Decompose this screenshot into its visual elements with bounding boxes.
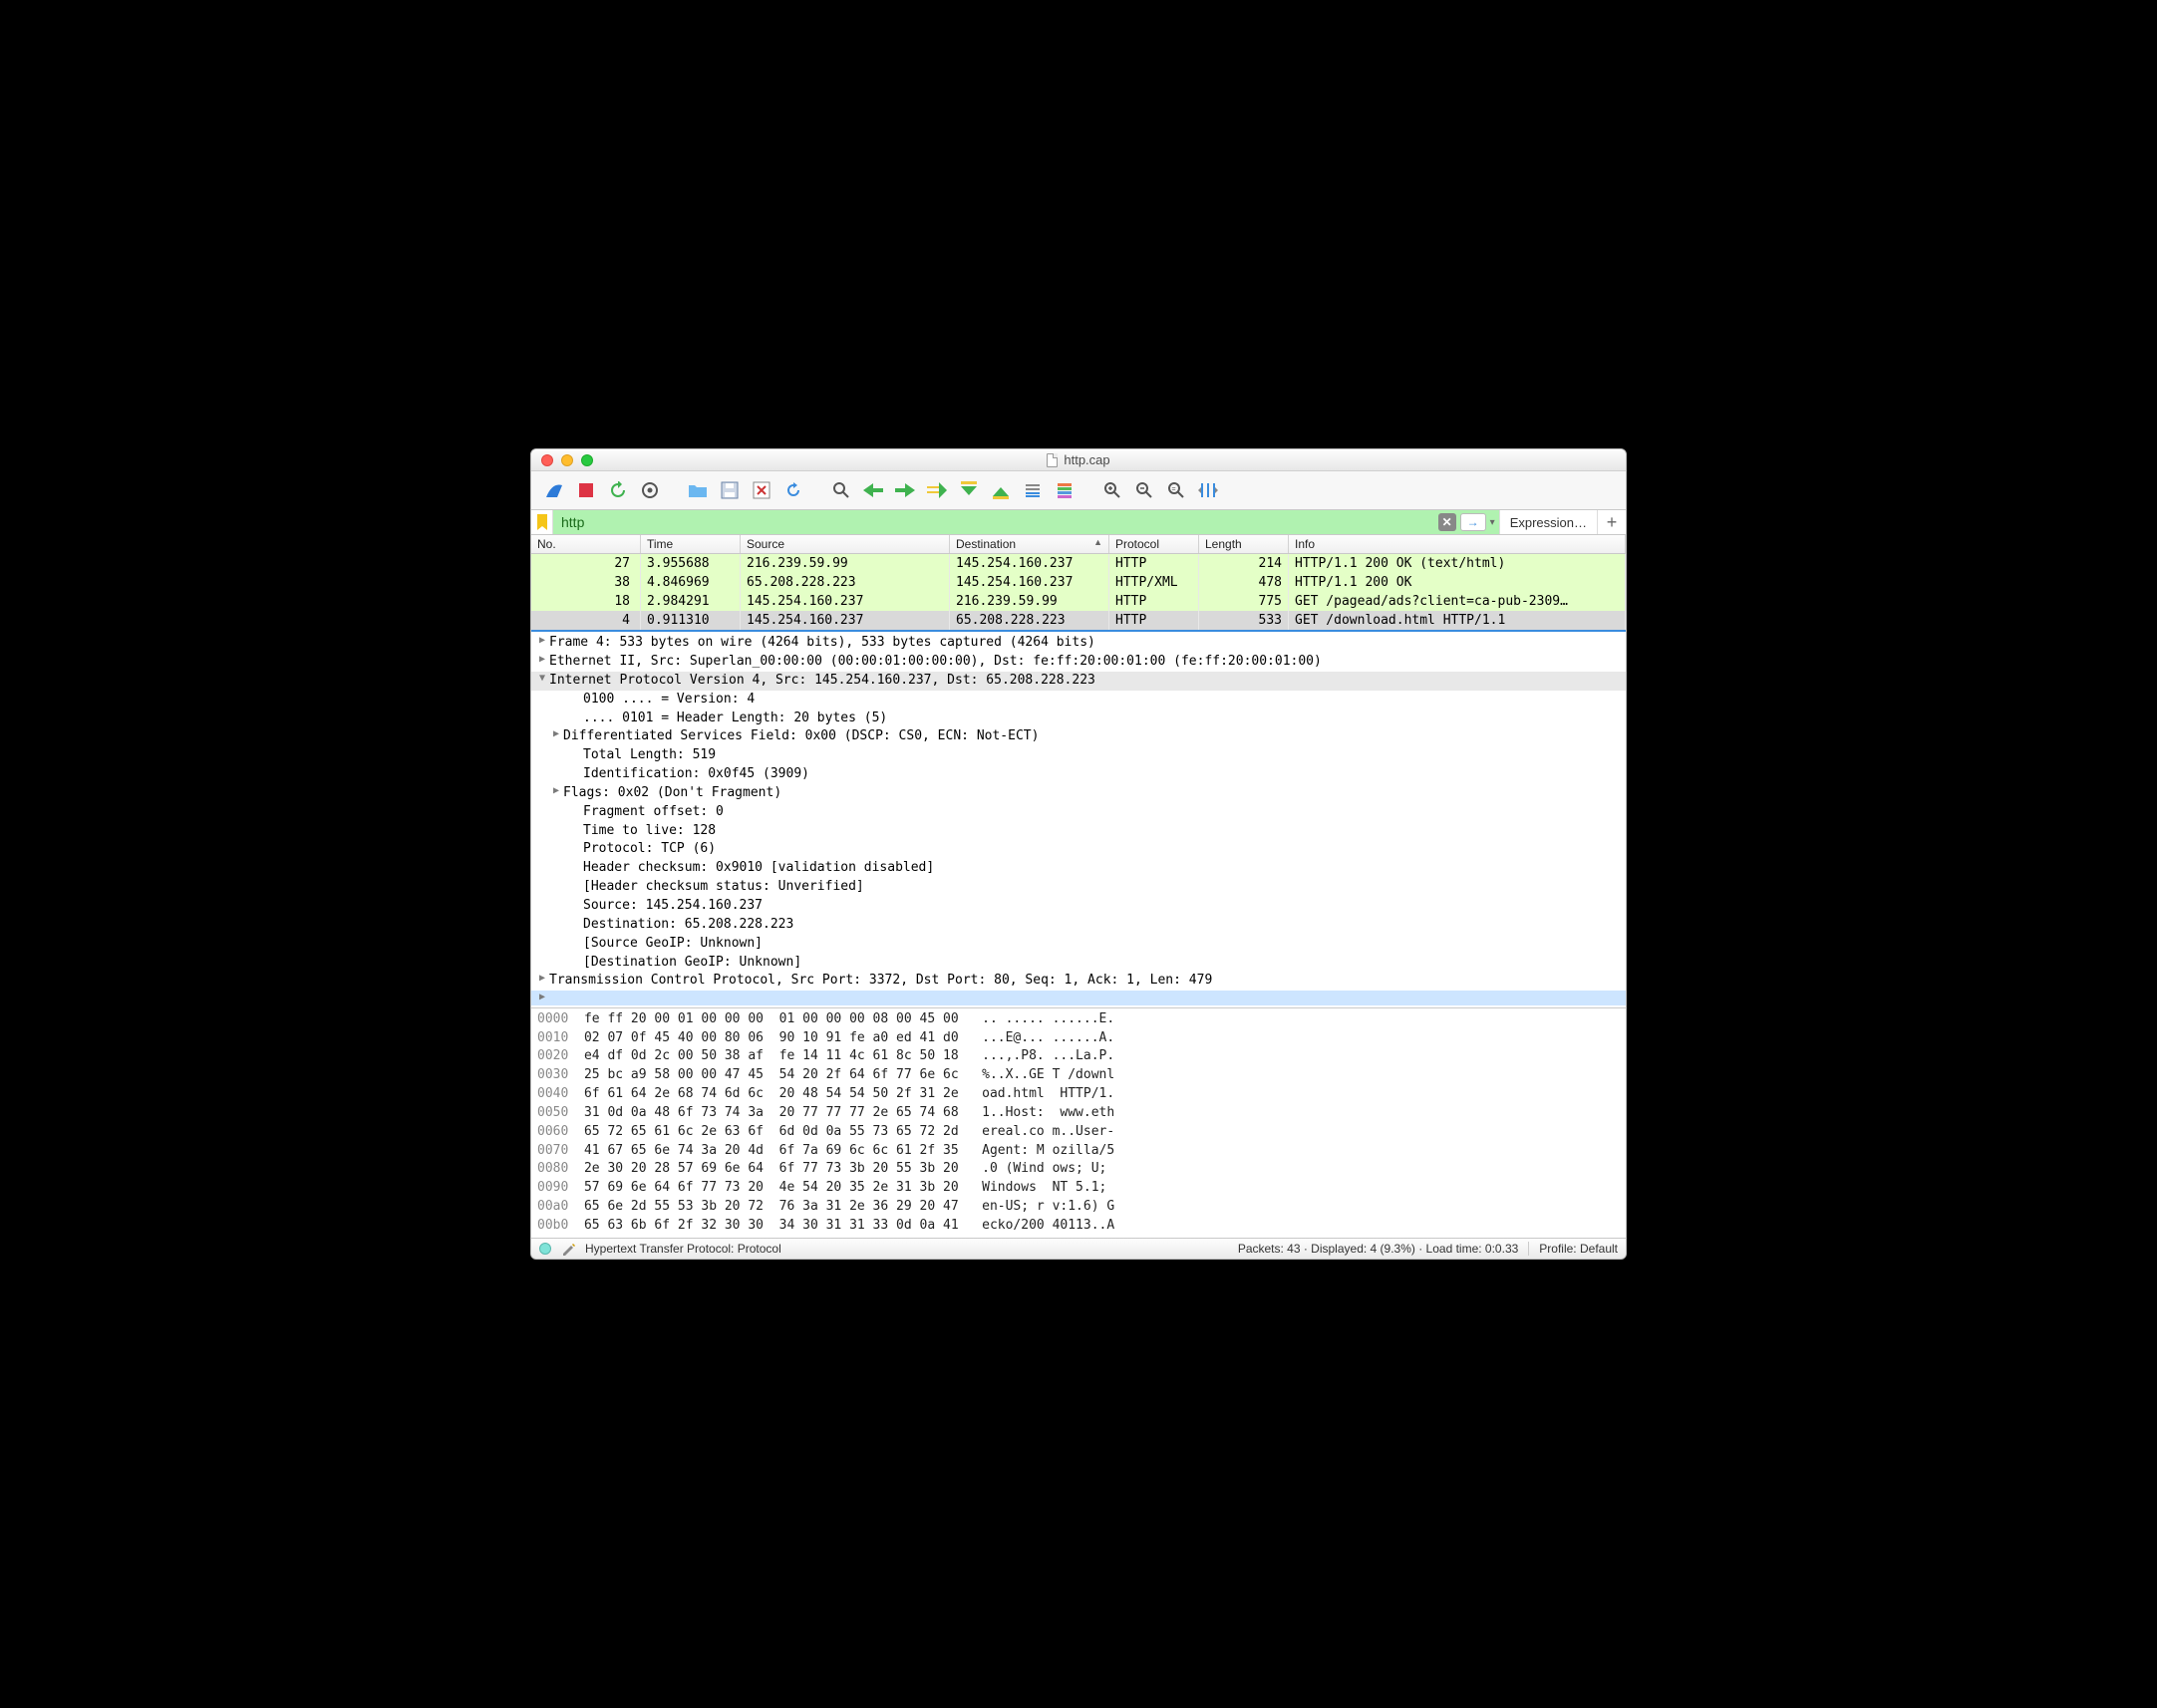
- go-forward-button[interactable]: [892, 477, 918, 503]
- window-title: http.cap: [1064, 452, 1109, 467]
- titlebar: http.cap: [531, 449, 1626, 471]
- detail-tree-node[interactable]: [531, 991, 1626, 1005]
- go-back-button[interactable]: [860, 477, 886, 503]
- minimize-window-button[interactable]: [561, 454, 573, 466]
- clear-filter-button[interactable]: ✕: [1438, 513, 1456, 531]
- disclosure-triangle-icon[interactable]: [535, 972, 549, 987]
- detail-tree-leaf[interactable]: Header checksum: 0x9010 [validation disa…: [531, 859, 1626, 878]
- main-toolbar: =: [531, 471, 1626, 510]
- detail-tree-leaf[interactable]: Source: 145.254.160.237: [531, 897, 1626, 916]
- shark-fin-icon[interactable]: [541, 477, 567, 503]
- disclosure-triangle-icon[interactable]: [535, 991, 549, 1005]
- app-window: http.cap = ✕ → ▾: [530, 448, 1627, 1260]
- col-header-length[interactable]: Length: [1199, 535, 1289, 553]
- detail-tree-leaf[interactable]: [Header checksum status: Unverified]: [531, 878, 1626, 897]
- hex-line[interactable]: 0030 25 bc a9 58 00 00 47 45 54 20 2f 64…: [537, 1066, 1620, 1085]
- add-filter-button[interactable]: +: [1598, 510, 1626, 534]
- detail-tree-node[interactable]: Transmission Control Protocol, Src Port:…: [531, 972, 1626, 991]
- edit-capture-comment-button[interactable]: [561, 1242, 575, 1256]
- status-packet-counts: Packets: 43 · Displayed: 4 (9.3%) · Load…: [1238, 1242, 1518, 1256]
- col-header-info[interactable]: Info: [1289, 535, 1626, 553]
- detail-tree-leaf[interactable]: [Source GeoIP: Unknown]: [531, 935, 1626, 954]
- colorize-button[interactable]: [1052, 477, 1078, 503]
- stop-capture-button[interactable]: [573, 477, 599, 503]
- detail-tree-node[interactable]: Internet Protocol Version 4, Src: 145.25…: [531, 672, 1626, 691]
- detail-tree-leaf[interactable]: Total Length: 519: [531, 746, 1626, 765]
- zoom-in-button[interactable]: [1099, 477, 1125, 503]
- packet-row[interactable]: 273.955688216.239.59.99145.254.160.237HT…: [531, 554, 1626, 573]
- restart-capture-button[interactable]: [605, 477, 631, 503]
- col-header-destination[interactable]: Destination▲: [950, 535, 1109, 553]
- detail-tree-leaf[interactable]: [Destination GeoIP: Unknown]: [531, 954, 1626, 973]
- packet-bytes-pane[interactable]: 0000 fe ff 20 00 01 00 00 00 01 00 00 00…: [531, 1008, 1626, 1238]
- hex-line[interactable]: 0050 31 0d 0a 48 6f 73 74 3a 20 77 77 77…: [537, 1104, 1620, 1123]
- go-last-packet-button[interactable]: [988, 477, 1014, 503]
- auto-scroll-button[interactable]: [1020, 477, 1046, 503]
- detail-tree-leaf[interactable]: Time to live: 128: [531, 822, 1626, 841]
- apply-filter-button[interactable]: →: [1460, 513, 1486, 531]
- display-filter-bar: ✕ → ▾ Expression… +: [531, 510, 1626, 535]
- sort-indicator-icon: ▲: [1093, 537, 1102, 547]
- capture-options-button[interactable]: [637, 477, 663, 503]
- detail-tree-node[interactable]: Ethernet II, Src: Superlan_00:00:00 (00:…: [531, 653, 1626, 672]
- detail-tree-leaf[interactable]: Fragment offset: 0: [531, 803, 1626, 822]
- packet-list-header[interactable]: No. Time Source Destination▲ Protocol Le…: [531, 535, 1626, 554]
- detail-tree-leaf[interactable]: 0100 .... = Version: 4: [531, 691, 1626, 710]
- display-filter-input[interactable]: [553, 510, 1434, 534]
- open-file-button[interactable]: [685, 477, 711, 503]
- packet-row[interactable]: 384.84696965.208.228.223145.254.160.237H…: [531, 573, 1626, 592]
- status-bar: Hypertext Transfer Protocol: Protocol Pa…: [531, 1238, 1626, 1259]
- detail-tree-node[interactable]: Flags: 0x02 (Don't Fragment): [531, 784, 1626, 803]
- expert-info-indicator[interactable]: [539, 1243, 551, 1255]
- hex-line[interactable]: 0090 57 69 6e 64 6f 77 73 20 4e 54 20 35…: [537, 1179, 1620, 1198]
- packet-row[interactable]: 182.984291145.254.160.237216.239.59.99HT…: [531, 592, 1626, 611]
- expression-button[interactable]: Expression…: [1500, 510, 1598, 534]
- resize-columns-button[interactable]: [1195, 477, 1221, 503]
- col-header-source[interactable]: Source: [741, 535, 950, 553]
- disclosure-triangle-icon[interactable]: [535, 634, 549, 649]
- go-to-packet-button[interactable]: [924, 477, 950, 503]
- svg-text:=: =: [1172, 486, 1176, 493]
- save-file-button[interactable]: [717, 477, 743, 503]
- hex-line[interactable]: 0070 41 67 65 6e 74 3a 20 4d 6f 7a 69 6c…: [537, 1142, 1620, 1161]
- reload-file-button[interactable]: [780, 477, 806, 503]
- hex-line[interactable]: 0060 65 72 65 61 6c 2e 63 6f 6d 0d 0a 55…: [537, 1123, 1620, 1142]
- hex-line[interactable]: 0080 2e 30 20 28 57 69 6e 64 6f 77 73 3b…: [537, 1160, 1620, 1179]
- disclosure-triangle-icon[interactable]: [535, 653, 549, 668]
- go-first-packet-button[interactable]: [956, 477, 982, 503]
- packet-row[interactable]: 40.911310145.254.160.23765.208.228.223HT…: [531, 611, 1626, 630]
- document-icon: [1047, 453, 1058, 467]
- packet-list-pane[interactable]: No. Time Source Destination▲ Protocol Le…: [531, 535, 1626, 630]
- status-profile[interactable]: Profile: Default: [1528, 1242, 1618, 1256]
- hex-line[interactable]: 0040 6f 61 64 2e 68 74 6d 6c 20 48 54 54…: [537, 1085, 1620, 1104]
- detail-tree-leaf[interactable]: Destination: 65.208.228.223: [531, 916, 1626, 935]
- chevron-down-icon[interactable]: ▾: [1490, 517, 1495, 528]
- find-packet-button[interactable]: [828, 477, 854, 503]
- hex-line[interactable]: 0010 02 07 0f 45 40 00 80 06 90 10 91 fe…: [537, 1029, 1620, 1048]
- col-header-no[interactable]: No.: [531, 535, 641, 553]
- hex-line[interactable]: 00a0 65 6e 2d 55 53 3b 20 72 76 3a 31 2e…: [537, 1198, 1620, 1217]
- hex-line[interactable]: 00b0 65 63 6b 6f 2f 32 30 30 34 30 31 31…: [537, 1217, 1620, 1236]
- col-header-time[interactable]: Time: [641, 535, 741, 553]
- filter-bookmark-button[interactable]: [531, 510, 553, 534]
- hex-line[interactable]: 0000 fe ff 20 00 01 00 00 00 01 00 00 00…: [537, 1010, 1620, 1029]
- maximize-window-button[interactable]: [581, 454, 593, 466]
- status-field-description: Hypertext Transfer Protocol: Protocol: [585, 1242, 781, 1256]
- detail-tree-node[interactable]: Differentiated Services Field: 0x00 (DSC…: [531, 727, 1626, 746]
- detail-tree-node[interactable]: Frame 4: 533 bytes on wire (4264 bits), …: [531, 634, 1626, 653]
- hex-line[interactable]: 0020 e4 df 0d 2c 00 50 38 af fe 14 11 4c…: [537, 1047, 1620, 1066]
- zoom-reset-button[interactable]: =: [1163, 477, 1189, 503]
- disclosure-triangle-icon[interactable]: [549, 727, 563, 742]
- detail-tree-leaf[interactable]: Protocol: TCP (6): [531, 840, 1626, 859]
- detail-tree-leaf[interactable]: Identification: 0x0f45 (3909): [531, 765, 1626, 784]
- close-file-button[interactable]: [749, 477, 774, 503]
- disclosure-triangle-icon[interactable]: [549, 784, 563, 799]
- disclosure-triangle-icon[interactable]: [535, 672, 549, 687]
- col-header-protocol[interactable]: Protocol: [1109, 535, 1199, 553]
- close-window-button[interactable]: [541, 454, 553, 466]
- detail-tree-leaf[interactable]: .... 0101 = Header Length: 20 bytes (5): [531, 710, 1626, 728]
- traffic-lights: [531, 454, 593, 466]
- packet-details-pane[interactable]: Frame 4: 533 bytes on wire (4264 bits), …: [531, 632, 1626, 1008]
- zoom-out-button[interactable]: [1131, 477, 1157, 503]
